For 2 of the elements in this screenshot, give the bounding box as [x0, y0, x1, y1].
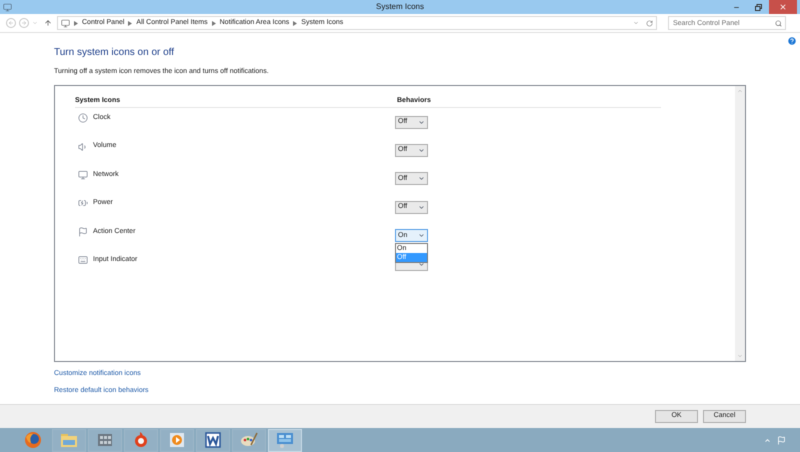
window-title: System Icons [376, 1, 424, 13]
page-heading: Turn system icons on or off [54, 46, 176, 60]
